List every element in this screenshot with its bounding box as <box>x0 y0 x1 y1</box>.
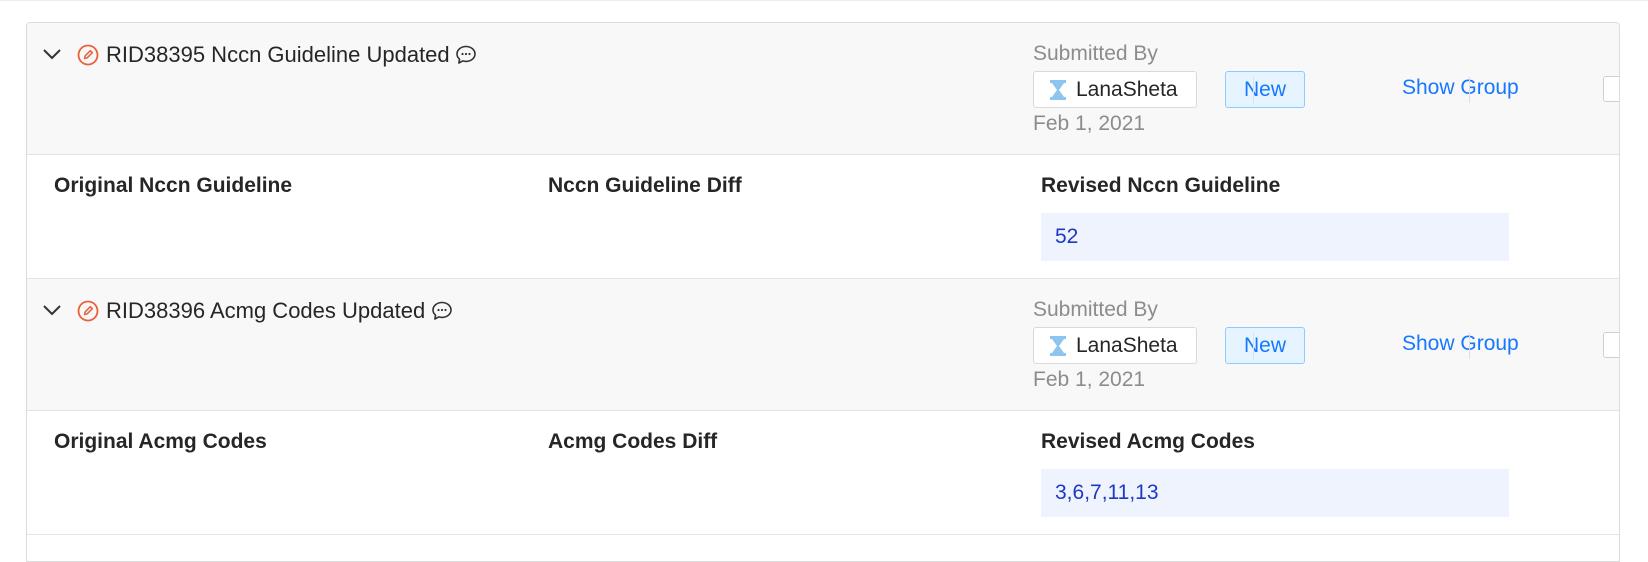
status-badge: New <box>1225 71 1305 108</box>
submitted-by-label: Submitted By <box>1033 42 1158 65</box>
user-tag: LanaSheta <box>1033 71 1197 108</box>
select-checkbox[interactable] <box>1603 76 1619 102</box>
chevron-down-icon[interactable] <box>41 301 63 319</box>
divider <box>1253 77 1254 103</box>
revised-label: Revised Acmg Codes <box>1041 430 1255 453</box>
edit-icon <box>77 300 99 322</box>
comment-icon[interactable] <box>430 299 454 323</box>
change-request-card: RID38396 Acmg Codes Updated Submitted By… <box>27 279 1619 535</box>
edit-icon <box>77 44 99 66</box>
submitted-by-label: Submitted By <box>1033 298 1158 321</box>
user-tag: LanaSheta <box>1033 327 1197 364</box>
chevron-down-icon[interactable] <box>41 45 63 63</box>
card-header: RID38395 Nccn Guideline Updated Submitte… <box>27 23 1619 155</box>
show-group-link[interactable]: Show Group <box>1402 332 1519 356</box>
hourglass-icon <box>1050 335 1066 356</box>
revised-value: 3,6,7,11,13 <box>1041 469 1509 517</box>
original-label: Original Acmg Codes <box>54 430 267 453</box>
record-title: RID38396 Acmg Codes Updated <box>106 298 426 323</box>
record-title: RID38395 Nccn Guideline Updated <box>106 42 450 67</box>
page: RID38395 Nccn Guideline Updated Submitte… <box>0 0 1648 562</box>
diff-label: Acmg Codes Diff <box>548 430 718 453</box>
change-request-list: RID38395 Nccn Guideline Updated Submitte… <box>26 22 1620 562</box>
submitted-date: Feb 1, 2021 <box>1033 112 1146 135</box>
original-label: Original Nccn Guideline <box>54 174 293 197</box>
revised-value: 52 <box>1041 213 1509 261</box>
divider <box>1253 333 1254 359</box>
diff-label: Nccn Guideline Diff <box>548 174 742 197</box>
user-name: LanaSheta <box>1076 77 1178 101</box>
revised-label: Revised Nccn Guideline <box>1041 174 1281 197</box>
divider <box>1469 333 1470 359</box>
hourglass-icon <box>1050 79 1066 100</box>
card-body: Original Nccn Guideline Nccn Guideline D… <box>27 155 1619 279</box>
comment-icon[interactable] <box>454 43 478 67</box>
user-name: LanaSheta <box>1076 333 1178 357</box>
change-request-card: RID38395 Nccn Guideline Updated Submitte… <box>27 23 1619 279</box>
show-group-link[interactable]: Show Group <box>1402 76 1519 100</box>
status-badge: New <box>1225 327 1305 364</box>
card-header: RID38396 Acmg Codes Updated Submitted By… <box>27 279 1619 411</box>
card-body: Original Acmg Codes Acmg Codes Diff Revi… <box>27 411 1619 535</box>
divider <box>1469 77 1470 103</box>
submitted-date: Feb 1, 2021 <box>1033 368 1146 391</box>
select-checkbox[interactable] <box>1603 332 1619 358</box>
